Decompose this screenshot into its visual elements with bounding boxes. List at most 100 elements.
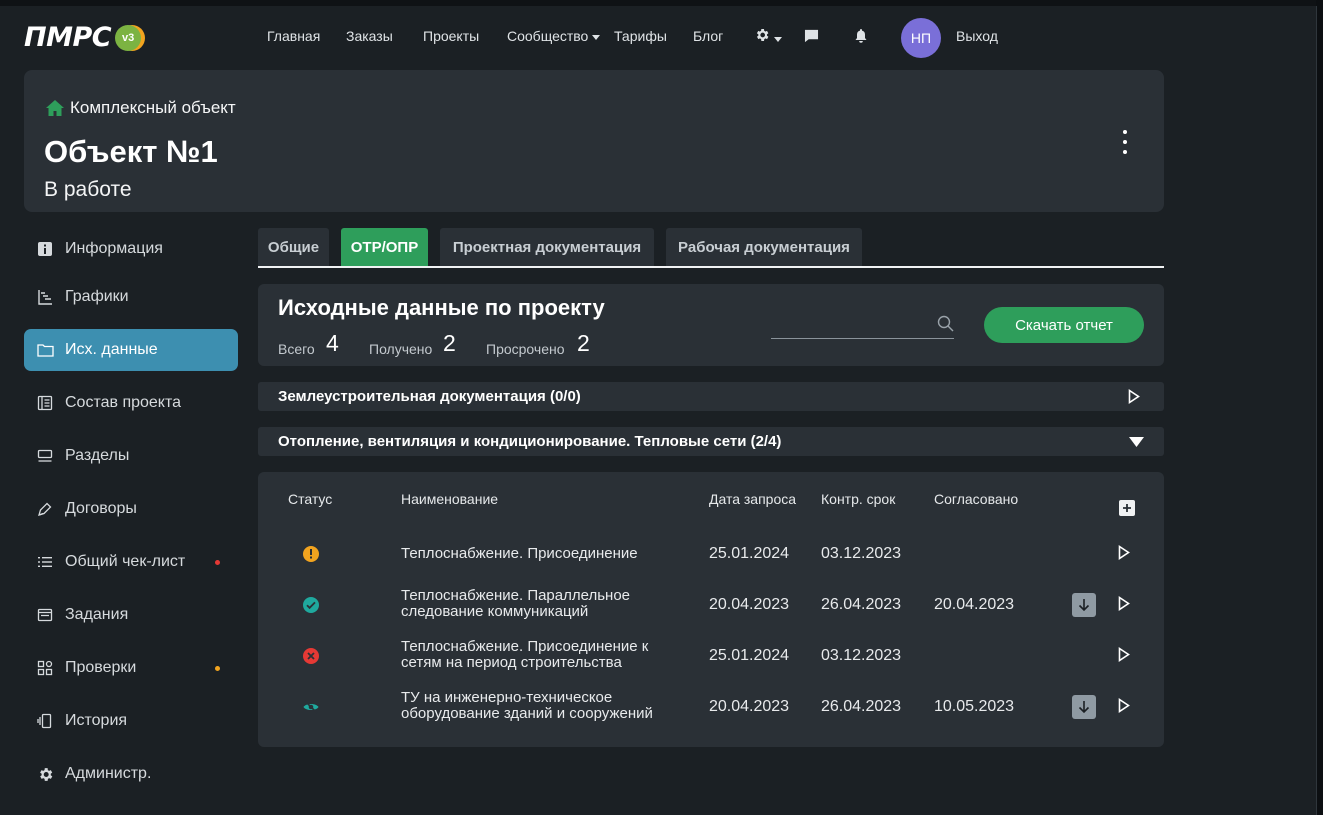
grid-icon (36, 659, 54, 677)
sidebar-item-label: Разделы (65, 447, 130, 464)
request-date: 20.04.2023 (709, 596, 790, 613)
sidebar-item-info[interactable]: Информация (24, 228, 238, 270)
table-row[interactable]: Теплоснабжение. Присоединение к сетям на… (258, 631, 1164, 681)
nav-home[interactable]: Главная (267, 28, 320, 44)
documents-table: Статус Наименование Дата запроса Контр. … (258, 472, 1164, 747)
window-icon (36, 606, 54, 624)
breadcrumb[interactable]: Комплексный объект (45, 98, 236, 118)
play-arrow-icon[interactable] (1118, 596, 1130, 611)
more-menu-icon[interactable] (1118, 130, 1132, 154)
accordion-heating-ventilation[interactable]: Отопление, вентиляция и кондиционировани… (258, 427, 1164, 456)
nav-blog[interactable]: Блог (693, 28, 723, 44)
notification-dot (215, 560, 220, 565)
document-name: Теплоснабжение. Присоединение к сетям на… (401, 638, 649, 671)
logout-link[interactable]: Выход (956, 28, 998, 44)
sidebar-item-label: Общий чек-лист (65, 553, 186, 570)
nav-community[interactable]: Сообщество (507, 28, 601, 44)
stat-overdue-value: 2 (577, 330, 590, 356)
warning-status-icon (303, 546, 319, 562)
stat-total-value: 4 (326, 330, 339, 356)
column-header-request-date: Дата запроса (709, 491, 797, 507)
table-row[interactable]: Теплоснабжение. Присоединение 25.01.2024… (258, 529, 1164, 579)
chevron-down-icon (1129, 437, 1144, 447)
sidebar-item-source-data[interactable]: Исх. данные (24, 329, 238, 371)
bell-icon (855, 29, 867, 43)
play-arrow-icon[interactable] (1118, 698, 1130, 713)
column-header-name: Наименование (401, 491, 499, 507)
download-button[interactable] (1072, 695, 1096, 719)
settings-menu[interactable] (754, 27, 782, 46)
sidebar-item-history[interactable]: История (24, 700, 238, 742)
object-header-card: Комплексный объект Объект №1 В работе (24, 70, 1164, 212)
sidebar-item-sections[interactable]: Разделы (24, 435, 238, 477)
stat-overdue-label: Просрочено (486, 341, 565, 357)
object-status: В работе (44, 178, 132, 201)
table-row[interactable]: ТУ на инженерно-техническое оборудование… (258, 682, 1164, 732)
sidebar-item-tasks[interactable]: Задания (24, 594, 238, 636)
download-button[interactable] (1072, 593, 1096, 617)
nav-projects[interactable]: Проекты (423, 28, 479, 44)
stat-total-label: Всего (278, 341, 315, 357)
scroll-divider (1316, 6, 1317, 815)
gear-icon (36, 765, 54, 783)
check-status-icon (303, 597, 319, 613)
window-right-edge (1316, 0, 1323, 815)
deadline-date: 03.12.2023 (821, 647, 902, 664)
table-row[interactable]: Теплоснабжение. Параллельное следование … (258, 580, 1164, 630)
panel-title: Исходные данные по проекту (278, 295, 605, 320)
sidebar-item-contracts[interactable]: Договоры (24, 488, 238, 530)
error-status-icon (303, 648, 319, 664)
accordion-title: Отопление, вентиляция и кондиционировани… (278, 433, 782, 450)
tabs-underline (258, 266, 1164, 268)
sidebar-item-checks[interactable]: Проверки (24, 647, 238, 689)
add-row-button[interactable] (1119, 500, 1135, 516)
gantt-icon (36, 288, 54, 306)
app-logo[interactable]: ПМРС v3 (24, 22, 142, 53)
book-icon (36, 394, 54, 412)
chevron-down-icon (774, 36, 782, 42)
window-top-bar (0, 0, 1323, 6)
document-name: Теплоснабжение. Параллельное следование … (401, 587, 631, 620)
search-input[interactable] (771, 312, 954, 339)
messages-button[interactable] (804, 29, 819, 46)
list-icon (36, 553, 54, 571)
nav-community-label: Сообщество (507, 28, 589, 44)
play-arrow-icon[interactable] (1118, 647, 1130, 662)
sidebar-item-label: Исх. данные (65, 341, 158, 358)
play-arrow-icon[interactable] (1118, 545, 1130, 560)
sidebar-item-label: Задания (65, 606, 129, 623)
breadcrumb-label: Комплексный объект (70, 98, 236, 117)
avatar[interactable]: НП (901, 18, 941, 58)
sidebar-item-charts[interactable]: Графики (24, 276, 238, 318)
deadline-date: 26.04.2023 (821, 596, 902, 613)
sidebar-item-checklist[interactable]: Общий чек-лист (24, 541, 238, 583)
sidebar-item-project-composition[interactable]: Состав проекта (24, 382, 238, 424)
play-arrow-icon (1128, 389, 1140, 404)
nav-orders[interactable]: Заказы (346, 28, 393, 44)
source-data-panel: Исходные данные по проекту Всего 4 Получ… (258, 284, 1164, 366)
stat-received-label: Получено (369, 341, 433, 357)
tab-general[interactable]: Общие (258, 228, 329, 266)
plus-icon (1123, 504, 1131, 512)
accordion-land-docs[interactable]: Землеустроительная документация (0/0) (258, 382, 1164, 411)
pen-icon (36, 500, 54, 518)
chat-icon (804, 29, 819, 43)
approved-date: 20.04.2023 (934, 596, 1015, 613)
approved-date: 10.05.2023 (934, 698, 1015, 715)
tab-otr-opr[interactable]: ОТР/ОПР (341, 228, 428, 266)
page-title: Объект №1 (44, 134, 218, 169)
download-report-button[interactable]: Скачать отчет (984, 307, 1144, 343)
sidebar-item-label: История (65, 712, 128, 729)
column-header-approved: Согласовано (934, 491, 1019, 507)
home-icon (46, 100, 64, 116)
request-date: 25.01.2024 (709, 647, 790, 664)
logo-text: ПМРС (24, 22, 112, 53)
request-date: 25.01.2024 (709, 545, 790, 562)
tab-working-docs[interactable]: Рабочая документация (666, 228, 862, 266)
nav-tariffs[interactable]: Тарифы (614, 28, 667, 44)
notifications-button[interactable] (854, 28, 868, 47)
search-icon (937, 315, 954, 332)
tab-project-docs[interactable]: Проектная документация (440, 228, 654, 266)
sidebar-item-admin[interactable]: Администр. (24, 753, 238, 795)
deadline-date: 03.12.2023 (821, 545, 902, 562)
